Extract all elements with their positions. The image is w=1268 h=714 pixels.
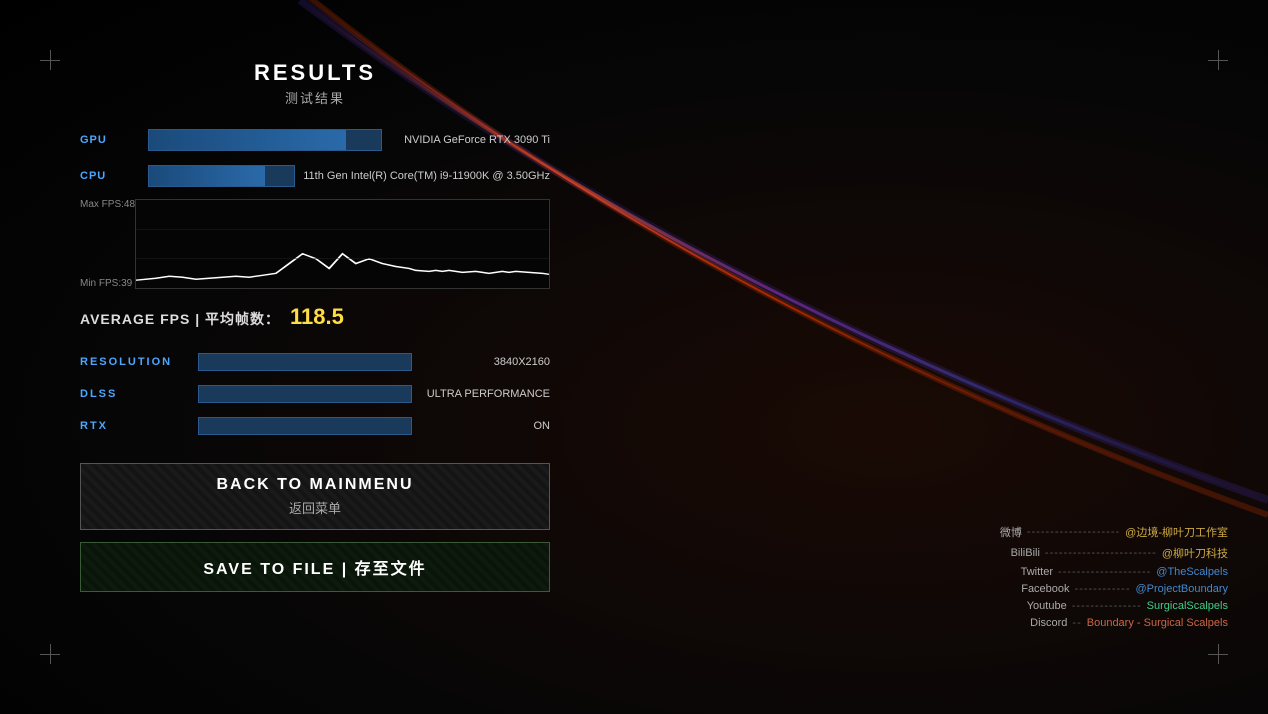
discord-platform: Discord (1002, 617, 1067, 629)
gpu-value: NVIDIA GeForce RTX 3090 Ti (390, 134, 550, 146)
twitter-dashes: -------------------- (1058, 566, 1151, 578)
social-discord: Discord -- Boundary - Surgical Scalpels (957, 617, 1228, 629)
dlss-row: DLSS ULTRA PERFORMANCE (80, 382, 550, 406)
fps-graph-container: Max FPS:486 Min FPS:39 (80, 199, 550, 289)
facebook-platform: Facebook (1005, 583, 1070, 595)
cpu-bar (148, 165, 295, 187)
facebook-dashes: ------------ (1075, 583, 1131, 595)
avg-fps-label: AVERAGE FPS | 平均帧数： (80, 309, 280, 329)
discord-handle: Boundary - Surgical Scalpels (1087, 617, 1228, 629)
results-title: RESULTS 测试结果 (80, 60, 550, 107)
dlss-bar (198, 385, 412, 403)
resolution-label: RESOLUTION (80, 356, 190, 368)
rtx-label: RTX (80, 420, 190, 432)
youtube-handle: SurgicalScalpels (1147, 600, 1228, 612)
facebook-handle: @ProjectBoundary (1136, 583, 1229, 595)
bilibili-handle: @柳叶刀科技 (1162, 545, 1228, 561)
bilibili-dashes: ------------------------ (1045, 547, 1157, 559)
youtube-dashes: --------------- (1072, 600, 1142, 612)
back-btn-zh: 返回菜单 (289, 498, 341, 517)
cpu-label: CPU (80, 170, 140, 182)
social-twitter: Twitter -------------------- @TheScalpel… (957, 566, 1228, 578)
crosshair-top-right (1208, 50, 1228, 70)
dlss-label: DLSS (80, 388, 190, 400)
gpu-bar-fill (149, 130, 346, 150)
avg-fps-row: AVERAGE FPS | 平均帧数： 118.5 (80, 304, 550, 330)
cpu-row: CPU 11th Gen Intel(R) Core(TM) i9-11900K… (80, 163, 550, 189)
social-facebook: Facebook ------------ @ProjectBoundary (957, 583, 1228, 595)
dlss-value: ULTRA PERFORMANCE (420, 388, 550, 400)
min-fps-label: Min FPS:39 (80, 278, 141, 289)
fps-graph (135, 199, 550, 289)
back-to-mainmenu-button[interactable]: BACK TO MAINMENU 返回菜单 (80, 463, 550, 530)
weibo-handle: @边境-柳叶刀工作室 (1125, 524, 1228, 540)
results-panel: RESULTS 测试结果 GPU NVIDIA GeForce RTX 3090… (80, 60, 550, 592)
fps-labels: Max FPS:486 Min FPS:39 (80, 199, 141, 289)
social-youtube: Youtube --------------- SurgicalScalpels (957, 600, 1228, 612)
crosshair-top-left (40, 50, 60, 70)
gpu-label: GPU (80, 134, 140, 146)
crosshair-bottom-left (40, 644, 60, 664)
results-title-zh: 测试结果 (80, 88, 550, 107)
bilibili-platform: BiliBili (975, 547, 1040, 559)
resolution-row: RESOLUTION 3840X2160 (80, 350, 550, 374)
save-to-file-button[interactable]: SAVE TO FILE | 存至文件 (80, 542, 550, 592)
cpu-value: 11th Gen Intel(R) Core(TM) i9-11900K @ 3… (303, 170, 550, 182)
social-panel: 微博 -------------------- @边境-柳叶刀工作室 BiliB… (957, 524, 1228, 634)
stats-section: RESOLUTION 3840X2160 DLSS ULTRA PERFORMA… (80, 350, 550, 438)
crosshair-bottom-right (1208, 644, 1228, 664)
resolution-value: 3840X2160 (420, 356, 550, 368)
weibo-platform: 微博 (957, 524, 1022, 540)
gpu-bar (148, 129, 382, 151)
rtx-bar (198, 417, 412, 435)
resolution-bar (198, 353, 412, 371)
gpu-row: GPU NVIDIA GeForce RTX 3090 Ti (80, 127, 550, 153)
back-btn-en: BACK TO MAINMENU (216, 476, 413, 494)
avg-fps-value: 118.5 (290, 304, 344, 330)
results-title-en: RESULTS (80, 60, 550, 86)
twitter-handle: @TheScalpels (1156, 566, 1228, 578)
fps-graph-svg (136, 200, 549, 288)
rtx-value: ON (420, 420, 550, 432)
rtx-row: RTX ON (80, 414, 550, 438)
max-fps-label: Max FPS:486 (80, 199, 141, 210)
twitter-platform: Twitter (988, 566, 1053, 578)
discord-dashes: -- (1072, 617, 1081, 629)
weibo-dashes: -------------------- (1027, 526, 1120, 538)
save-btn-en: SAVE TO FILE | 存至文件 (203, 555, 426, 579)
cpu-bar-fill (149, 166, 265, 186)
button-group: BACK TO MAINMENU 返回菜单 SAVE TO FILE | 存至文… (80, 463, 550, 592)
youtube-platform: Youtube (1002, 600, 1067, 612)
social-weibo: 微博 -------------------- @边境-柳叶刀工作室 (957, 524, 1228, 540)
social-bilibili: BiliBili ------------------------ @柳叶刀科技 (957, 545, 1228, 561)
